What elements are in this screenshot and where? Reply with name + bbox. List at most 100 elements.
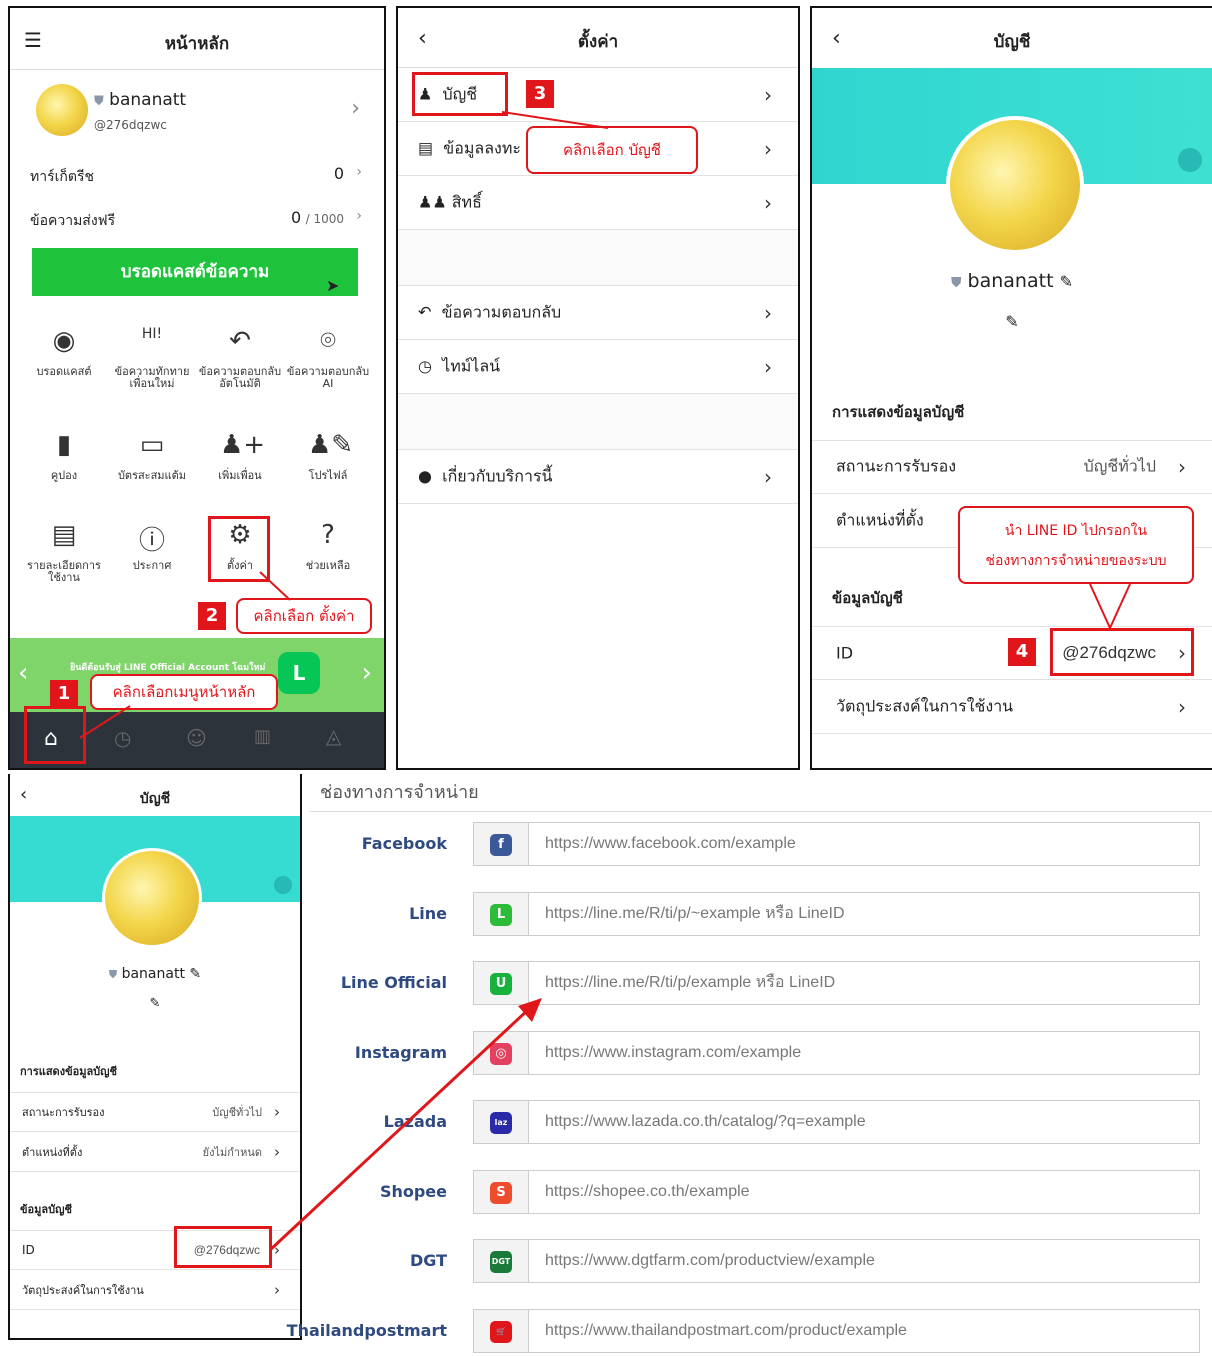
status-row[interactable]: สถานะการรับรอง บัญชีทั่วไป ›: [812, 440, 1212, 494]
grid-item-broadcast[interactable]: ◉ บรอดแคสต์: [22, 326, 106, 416]
chevron-right-icon[interactable]: ›: [351, 96, 360, 121]
shield-icon: ⛊: [951, 275, 962, 291]
grid-item-profile[interactable]: ♟✎ โปรไฟล์: [286, 430, 370, 520]
banner-text: ยินดีต้อนรับสู่ LINE Official Account โฉ…: [70, 663, 266, 673]
channel-input[interactable]: https://www.lazada.co.th/catalog/?q=exam…: [528, 1100, 1200, 1144]
target-reach-row[interactable]: ทาร์เก็ตรีช 0 ›: [10, 158, 384, 194]
bell-icon[interactable]: ◬: [326, 724, 341, 748]
settings-item-about[interactable]: ● เกี่ยวกับบริการนี้ ›: [398, 450, 798, 504]
settings-spacer: [398, 230, 798, 286]
section-header: การแสดงข้อมูลบัญชี: [20, 1065, 118, 1078]
settings-item-permissions[interactable]: ♟♟ สิทธิ์ ›: [398, 176, 798, 230]
grid-item-add-friend[interactable]: ♟+ เพิ่มเพื่อน: [198, 430, 282, 520]
avatar[interactable]: [102, 848, 202, 948]
settings-panel: ‹ ตั้งค่า ♟ บัญชี › ▤ ข้อมูลลงทะ › ♟♟ สิ…: [396, 6, 800, 770]
channel-input[interactable]: https://www.facebook.com/example: [528, 822, 1200, 866]
shield-icon: ⛊: [108, 968, 118, 981]
location-row[interactable]: ตำแหน่งที่ตั้ง ยังไม่กำหนด ›: [10, 1132, 300, 1172]
thailandpostmart-icon: 🛒: [490, 1320, 512, 1343]
grid-item-label: โปรไฟล์: [308, 469, 348, 482]
pencil-icon[interactable]: ✎: [812, 312, 1212, 331]
chevron-left-icon[interactable]: ‹: [18, 658, 28, 688]
document-icon: ▤: [418, 138, 434, 157]
settings-header: ‹ ตั้งค่า: [398, 8, 798, 68]
channels-heading: ช่องทางการจำหน่าย: [310, 778, 1212, 812]
chevron-right-icon: ›: [764, 190, 772, 215]
chevron-right-icon: ›: [764, 136, 772, 161]
grid-item-usage[interactable]: ▤ รายละเอียดการใช้งาน: [22, 520, 106, 610]
info-icon: ●: [418, 466, 432, 485]
grid-item-label: ข้อความตอบกลับ AI: [286, 365, 370, 390]
grid-item-reply[interactable]: ↶ ข้อความตอบกลับอัตโนมัติ: [198, 326, 282, 416]
coupon-icon: ▮: [56, 430, 72, 460]
callout-pointer: [501, 111, 609, 129]
account-header: ‹ บัญชี: [10, 774, 300, 816]
channel-input[interactable]: https://line.me/R/ti/p/example หรือ Line…: [528, 961, 1200, 1005]
account-id: @276dqzwc: [94, 118, 167, 132]
grid-item-info[interactable]: ⓘ ประกาศ: [110, 520, 194, 610]
callout-pointer: [1089, 583, 1131, 629]
step-4-callout: นำ LINE ID ไปกรอกใน ช่องทางการจำหน่ายของ…: [958, 506, 1194, 584]
channel-input[interactable]: https://line.me/R/ti/p/~example หรือ Lin…: [528, 892, 1200, 936]
grid-item-label: ข้อความทักทายเพื่อนใหม่: [114, 365, 190, 390]
channel-label: Thailandpostmart: [286, 1321, 447, 1340]
channel-label: Line: [409, 904, 447, 923]
grid-item-card[interactable]: ▭ บัตรสะสมแต้ม: [110, 430, 194, 520]
hi-icon: HI!: [141, 326, 163, 342]
grid-item-help[interactable]: ? ช่วยเหลือ: [286, 520, 370, 610]
highlight-id: [174, 1226, 272, 1268]
section-header: ข้อมูลบัญชี: [20, 1203, 72, 1216]
chevron-right-icon: ›: [1178, 694, 1186, 719]
chevron-right-icon: ›: [1178, 455, 1186, 479]
highlight-id: [1050, 628, 1194, 676]
step-3-badge: 3: [526, 80, 554, 108]
grid-item-label: ประกาศ: [132, 559, 172, 572]
stats-icon[interactable]: ▥: [254, 726, 271, 747]
camera-icon[interactable]: [274, 876, 292, 894]
pencil-icon[interactable]: ✎: [1060, 272, 1073, 291]
grid-item-label: รายละเอียดการใช้งาน: [27, 559, 101, 584]
pencil-icon[interactable]: ✎: [189, 966, 201, 982]
purpose-row[interactable]: วัตถุประสงค์ในการใช้งาน ›: [10, 1270, 300, 1310]
chevron-right-icon: ›: [274, 1280, 280, 1299]
chevron-right-icon: ›: [356, 164, 362, 180]
settings-item-reply[interactable]: ↶ ข้อความตอบกลับ ›: [398, 286, 798, 340]
settings-spacer: [398, 394, 798, 450]
pencil-icon[interactable]: ✎: [10, 996, 300, 1011]
camera-icon[interactable]: [1178, 148, 1202, 172]
chevron-right-icon[interactable]: ›: [362, 658, 372, 688]
grid-item-label: บัตรสะสมแต้ม: [117, 469, 187, 482]
step-4-badge: 4: [1008, 638, 1036, 666]
red-arrow: [268, 998, 542, 1252]
avatar[interactable]: [36, 84, 88, 136]
grid-item-coupon[interactable]: ▮ คูปอง: [22, 430, 106, 520]
channel-row-line: Line Lhttps://line.me/R/ti/p/~example หรื…: [310, 892, 1202, 936]
grid-item-label: คูปอง: [50, 469, 78, 482]
status-row[interactable]: สถานะการรับรอง บัญชีทั่วไป ›: [10, 1092, 300, 1132]
home-panel: ☰ หน้าหลัก ⛊ bananatt @276dqzwc › ทาร์เก…: [8, 6, 386, 770]
purpose-row[interactable]: วัตถุประสงค์ในการใช้งาน ›: [812, 680, 1212, 734]
channel-input[interactable]: https://shopee.co.th/example: [528, 1170, 1200, 1214]
card-icon: ▭: [139, 430, 165, 460]
callout-pointer: [79, 705, 131, 739]
page-title: หน้าหลัก: [164, 34, 230, 54]
cursor-icon: ➤: [326, 276, 340, 295]
grid-item-label: บรอดแคสต์: [36, 365, 92, 378]
settings-item-timeline[interactable]: ◷ ไทม์ไลน์ ›: [398, 340, 798, 394]
broadcast-icon: ◉: [52, 326, 76, 356]
avatar[interactable]: [946, 116, 1084, 254]
channel-input[interactable]: https://www.instagram.com/example: [528, 1031, 1200, 1075]
grid-item-hi[interactable]: HI! ข้อความทักทายเพื่อนใหม่: [110, 326, 194, 416]
grid-item-bot[interactable]: ⌾ ข้อความตอบกลับ AI: [286, 326, 370, 416]
broadcast-button[interactable]: บรอดแคสต์ข้อความ: [32, 248, 358, 296]
chat-icon[interactable]: ☺: [186, 726, 207, 750]
profile-icon: ♟✎: [308, 430, 354, 460]
channel-input[interactable]: https://www.thailandpostmart.com/product…: [528, 1309, 1200, 1353]
free-messages-row[interactable]: ข้อความส่งฟรี 0 / 1000 ›: [10, 202, 384, 238]
grid-item-gear[interactable]: ⚙ ตั้งค่า: [198, 520, 282, 610]
help-icon: ?: [321, 520, 335, 550]
highlight-account: [412, 72, 508, 116]
reply-icon: ↶: [418, 302, 432, 321]
channel-input[interactable]: https://www.dgtfarm.com/productview/exam…: [528, 1239, 1200, 1283]
account-panel-small: ‹ บัญชี ⛊ bananatt ✎ ✎ การแสดงข้อมูลบัญช…: [8, 774, 302, 1340]
